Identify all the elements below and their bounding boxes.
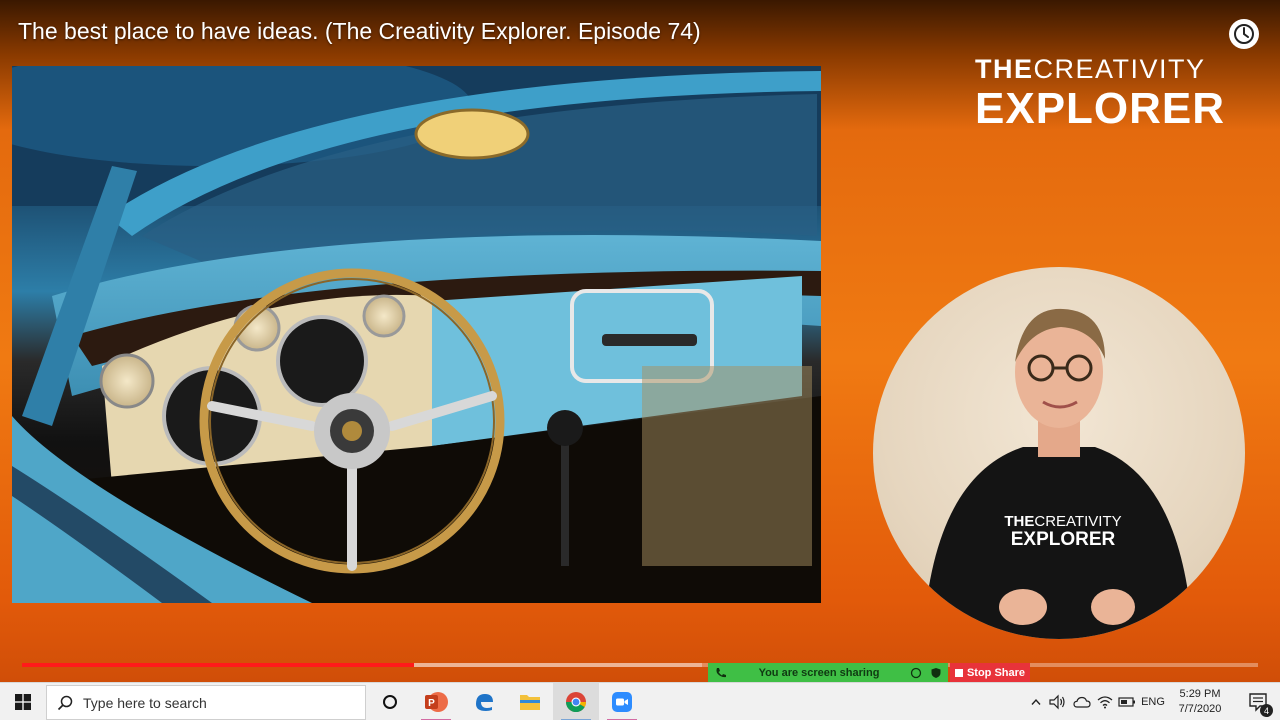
clock-date: 7/7/2020 — [1178, 703, 1222, 715]
clock-icon — [1234, 24, 1254, 44]
shirt-logo-top: THECREATIVITY — [1004, 513, 1122, 530]
watch-later-button[interactable] — [1229, 19, 1259, 49]
creativity-explorer-logo: THECREATIVITY EXPLORER — [975, 54, 1235, 133]
cortana-icon — [383, 695, 397, 709]
presenter-video-circle: THECREATIVITY EXPLORER — [873, 267, 1245, 639]
taskbar-chrome[interactable] — [553, 683, 599, 720]
car-dashboard-photo — [12, 66, 821, 603]
taskbar-powerpoint[interactable]: P — [413, 683, 459, 720]
wifi-button[interactable] — [1094, 683, 1116, 720]
search-icon — [57, 695, 73, 710]
battery-button[interactable] — [1116, 683, 1138, 720]
notification-count-badge: 4 — [1260, 704, 1273, 717]
phone-icon — [716, 668, 726, 678]
cortana-button[interactable] — [367, 683, 413, 720]
stop-share-button[interactable]: Stop Share — [950, 663, 1030, 683]
wifi-icon — [1097, 696, 1113, 709]
edge-icon — [476, 694, 493, 711]
search-placeholder: Type here to search — [83, 694, 207, 711]
powerpoint-icon: P — [425, 692, 448, 712]
taskbar-search-box[interactable]: Type here to search — [46, 685, 366, 720]
stop-icon — [954, 669, 963, 677]
taskbar-edge[interactable] — [461, 683, 507, 720]
onedrive-button[interactable] — [1070, 683, 1094, 720]
video-progress-bar[interactable] — [22, 663, 1258, 667]
status-icon — [910, 667, 922, 679]
windows-taskbar: Type here to search P ENG 5:29 PM 7/7/20… — [0, 682, 1280, 720]
stop-share-label: Stop Share — [966, 667, 1026, 679]
show-hidden-icons-button[interactable] — [1026, 683, 1046, 720]
logo-top-line: THECREATIVITY — [975, 54, 1206, 84]
volume-icon — [1049, 694, 1065, 710]
language-indicator[interactable]: ENG — [1138, 683, 1168, 720]
file-explorer-icon — [520, 695, 540, 710]
screen-sharing-bar[interactable]: You are screen sharing — [708, 663, 948, 683]
onedrive-icon — [1073, 696, 1091, 708]
taskbar-file-explorer[interactable] — [507, 683, 553, 720]
svg-text:P: P — [428, 698, 435, 709]
progress-buffer — [413, 663, 702, 667]
progress-played — [22, 663, 414, 667]
logo-bottom-line: EXPLORER — [975, 84, 1226, 133]
taskbar-clock[interactable]: 5:29 PM 7/7/2020 — [1168, 687, 1232, 717]
shirt-logo-bottom: EXPLORER — [1010, 529, 1116, 550]
chevron-up-icon — [1031, 698, 1041, 705]
action-center-button[interactable]: 4 — [1236, 683, 1280, 720]
screen-sharing-label: You are screen sharing — [758, 667, 880, 679]
video-player[interactable]: The best place to have ideas. (The Creat… — [0, 0, 1280, 682]
start-button[interactable] — [0, 683, 46, 720]
chrome-icon — [565, 692, 587, 713]
volume-button[interactable] — [1046, 683, 1070, 720]
shield-icon — [931, 668, 941, 678]
video-title: The best place to have ideas. (The Creat… — [18, 18, 701, 44]
battery-icon — [1118, 697, 1135, 707]
clock-time: 5:29 PM — [1179, 688, 1221, 700]
taskbar-zoom[interactable] — [599, 683, 645, 720]
zoom-icon — [612, 692, 632, 712]
windows-start-icon — [15, 694, 31, 710]
